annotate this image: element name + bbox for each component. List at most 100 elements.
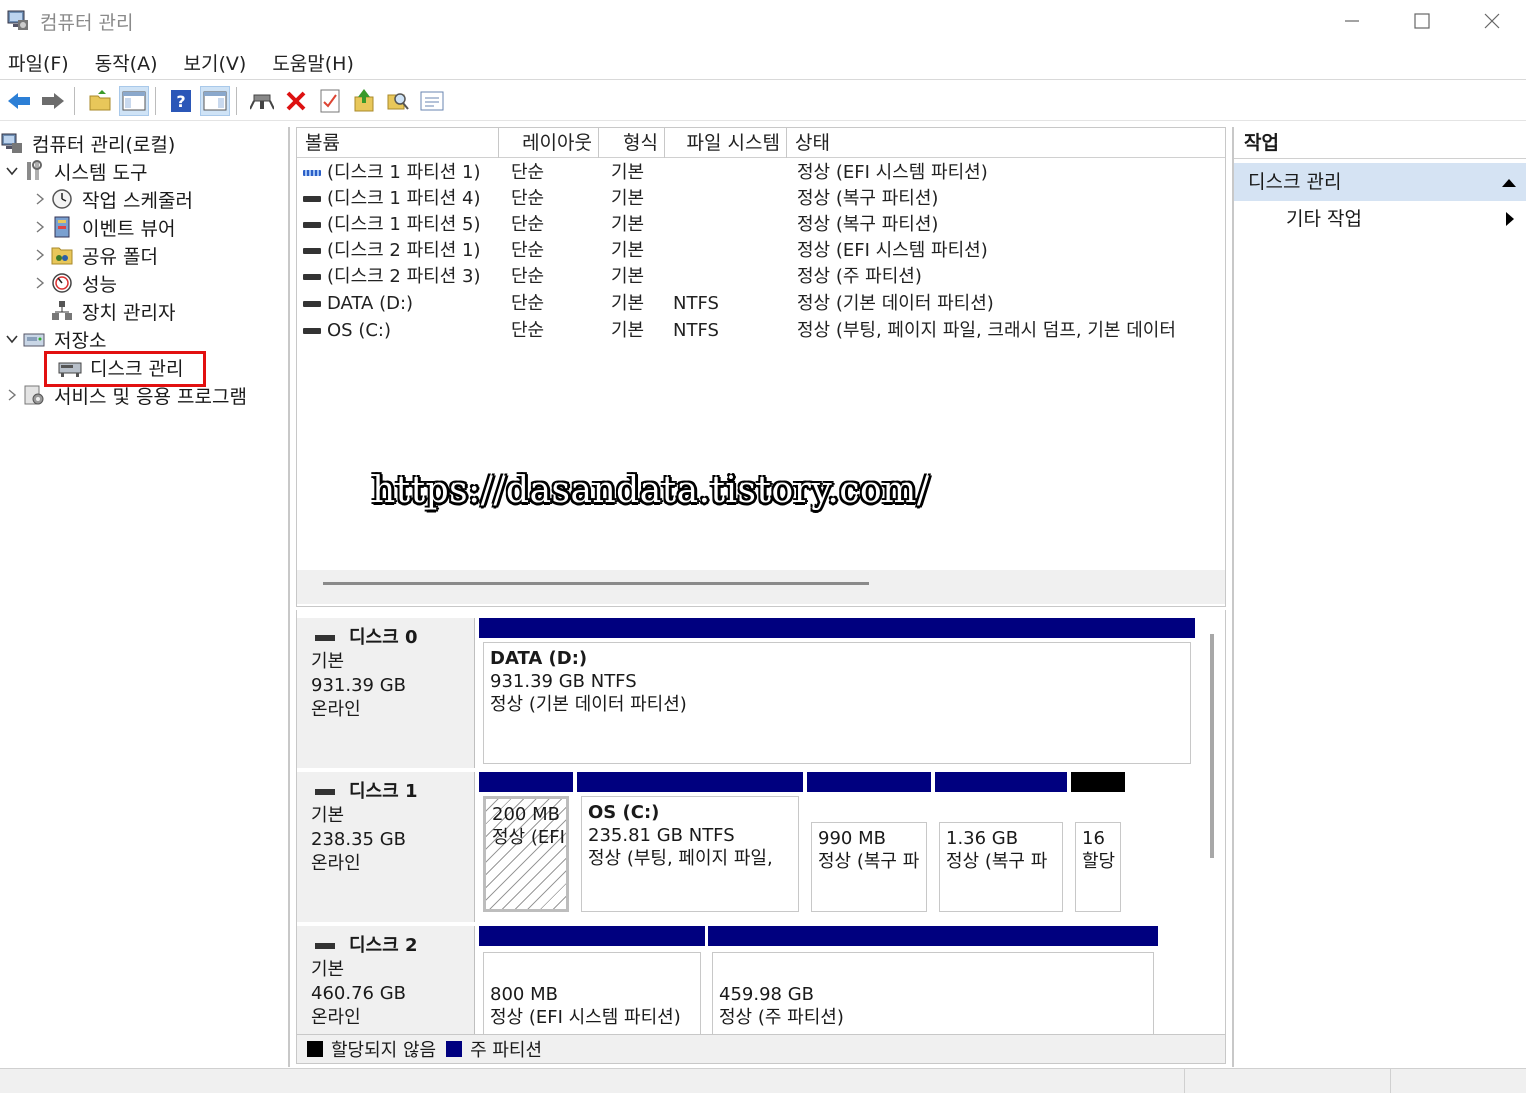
up-folder-icon[interactable] [85, 86, 115, 116]
tree-item-device-manager[interactable]: 장치 관리자 [50, 297, 175, 325]
disk-info-1[interactable]: 디스크 1 기본 238.35 GB 온라인 [297, 772, 475, 922]
tree-item-task-scheduler[interactable]: 작업 스케줄러 [30, 185, 193, 213]
settings-list-icon[interactable] [417, 86, 447, 116]
actions-pane: 작업 디스크 관리 기타 작업 [1232, 127, 1526, 1067]
status-segment [1390, 1069, 1526, 1093]
partition-efi-disk2[interactable]: 800 MB 정상 (EFI 시스템 파티션) [479, 926, 705, 1034]
column-header-layout[interactable]: 레이아웃 [499, 128, 599, 158]
table-row[interactable]: (디스크 1 파티션 1) 단순 기본 정상 (EFI 시스템 파티션) [297, 160, 1225, 186]
menu-action[interactable]: 동작(A) [95, 44, 158, 79]
disk-info-2[interactable]: 디스크 2 기본 460.76 GB 온라인 [297, 926, 475, 1034]
submenu-arrow-icon [1506, 212, 1514, 226]
show-hide-action-pane-icon[interactable] [200, 85, 230, 116]
volume-type: 기본 [611, 293, 645, 314]
minimize-button[interactable] [1322, 4, 1382, 38]
collapse-triangle-icon[interactable] [1502, 179, 1516, 187]
disk-info-0[interactable]: 디스크 0 기본 931.39 GB 온라인 [297, 618, 475, 768]
volume-layout: 단순 [511, 162, 545, 183]
tree-label: 성능 [82, 273, 117, 296]
tree-item-system-tools[interactable]: 시스템 도구 [2, 157, 147, 185]
volume-layout: 단순 [511, 240, 545, 261]
disk-row-0: 디스크 0 기본 931.39 GB 온라인 DATA (D:) 931.39 … [297, 618, 1212, 768]
table-row[interactable]: (디스크 1 파티션 4) 단순 기본 정상 (복구 파티션) [297, 186, 1225, 212]
help-icon[interactable]: ? [166, 86, 196, 116]
partition-recovery-1[interactable]: 990 MB 정상 (복구 파 [807, 772, 931, 916]
tree-item-storage[interactable]: 저장소 [2, 325, 106, 353]
partition-recovery-2[interactable]: 1.36 GB 정상 (복구 파 [935, 772, 1067, 916]
chevron-right-icon[interactable] [30, 221, 50, 233]
legend-label-primary: 주 파티션 [470, 1040, 543, 1061]
tree-item-computer-management[interactable]: 컴퓨터 관리(로컬) [0, 129, 175, 157]
primary-partition-bar [935, 772, 1067, 792]
action-more-actions[interactable]: 기타 작업 [1234, 201, 1526, 237]
chevron-right-icon[interactable] [30, 193, 50, 205]
chevron-right-icon[interactable] [30, 249, 50, 261]
chevron-down-icon[interactable] [2, 166, 22, 176]
vertical-scrollbar-thumb[interactable] [1210, 634, 1214, 858]
forward-arrow-icon[interactable] [38, 86, 68, 116]
menu-view[interactable]: 보기(V) [184, 44, 247, 79]
svg-text:?: ? [176, 92, 185, 111]
column-header-volume[interactable]: 볼륨 [297, 128, 499, 158]
table-row[interactable]: (디스크 2 파티션 3) 단순 기본 정상 (주 파티션) [297, 264, 1225, 290]
tree-item-shared-folders[interactable]: 공유 폴더 [30, 241, 158, 269]
table-row[interactable]: OS (C:) 단순 기본 NTFS 정상 (부팅, 페이지 파일, 크래시 덤… [297, 318, 1225, 344]
partition-unallocated[interactable]: 16 할당 [1071, 772, 1125, 916]
connect-drive-icon[interactable] [247, 86, 277, 116]
volume-status: 정상 (기본 데이터 파티션) [797, 293, 994, 314]
partition-status: 정상 (EFI 시스템 파티션) [490, 1007, 681, 1028]
device-manager-icon [50, 299, 74, 323]
disk-name: 디스크 1 [349, 781, 418, 802]
volume-name: (디스크 1 파티션 5) [327, 214, 481, 235]
column-header-type[interactable]: 형식 [599, 128, 665, 158]
column-header-filesystem[interactable]: 파일 시스템 [665, 128, 787, 158]
tree-item-services-apps[interactable]: 서비스 및 응용 프로그램 [2, 381, 247, 409]
volume-status: 정상 (EFI 시스템 파티션) [797, 162, 988, 183]
delete-icon[interactable] [281, 86, 311, 116]
back-arrow-icon[interactable] [4, 86, 34, 116]
computer-management-icon [0, 131, 24, 155]
chevron-down-icon[interactable] [2, 334, 22, 344]
partition-data-d[interactable]: DATA (D:) 931.39 GB NTFS 정상 (기본 데이터 파티션) [479, 618, 1195, 768]
close-button[interactable] [1462, 4, 1522, 38]
tree-item-performance[interactable]: 성능 [30, 269, 117, 297]
table-row[interactable]: (디스크 1 파티션 5) 단순 기본 정상 (복구 파티션) [297, 212, 1225, 238]
partition-size: 235.81 GB NTFS [588, 825, 735, 846]
column-header-status[interactable]: 상태 [787, 128, 1225, 158]
unallocated-partition-bar [1071, 772, 1125, 792]
volume-filesystem: NTFS [673, 320, 719, 341]
volume-status: 정상 (복구 파티션) [797, 188, 939, 209]
volume-name: DATA (D:) [327, 293, 414, 314]
volume-layout: 단순 [511, 320, 545, 341]
chevron-right-icon[interactable] [2, 389, 22, 401]
partition-primary-disk2[interactable]: 459.98 GB 정상 (주 파티션) [708, 926, 1158, 1034]
tree-label: 저장소 [54, 329, 107, 352]
maximize-button[interactable] [1392, 4, 1452, 38]
actions-section-disk-management[interactable]: 디스크 관리 [1234, 163, 1526, 201]
tree-item-event-viewer[interactable]: 이벤트 뷰어 [30, 213, 175, 241]
partition-efi-disk1[interactable]: 200 MB 정상 (EFI [479, 772, 573, 916]
properties-icon[interactable] [315, 86, 345, 116]
watermark-url: https://dasandata.tistory.com/ [372, 470, 930, 511]
import-icon[interactable] [349, 86, 379, 116]
menu-help[interactable]: 도움말(H) [272, 44, 354, 79]
volume-icon [303, 301, 321, 307]
table-row[interactable]: DATA (D:) 단순 기본 NTFS 정상 (기본 데이터 파티션) [297, 291, 1225, 317]
partition-title: DATA (D:) [490, 648, 588, 669]
partition-size: 931.39 GB NTFS [490, 671, 637, 692]
partition-os-c[interactable]: OS (C:) 235.81 GB NTFS 정상 (부팅, 페이지 파일, [577, 772, 803, 916]
volume-icon [303, 274, 321, 280]
horizontal-scrollbar[interactable] [297, 570, 1225, 604]
legend-swatch-primary [446, 1041, 463, 1057]
volume-name: (디스크 1 파티션 1) [327, 162, 481, 183]
partition-size: 1.36 GB [946, 828, 1019, 849]
toolbar: ? [0, 81, 1526, 121]
action-label: 기타 작업 [1286, 208, 1362, 230]
chevron-right-icon[interactable] [30, 277, 50, 289]
scrollbar-thumb[interactable] [323, 582, 869, 585]
disk-state: 온라인 [311, 699, 361, 720]
search-icon[interactable] [383, 86, 413, 116]
table-row[interactable]: (디스크 2 파티션 1) 단순 기본 정상 (EFI 시스템 파티션) [297, 238, 1225, 264]
show-hide-tree-icon[interactable] [119, 85, 149, 116]
menu-file[interactable]: 파일(F) [8, 44, 69, 79]
